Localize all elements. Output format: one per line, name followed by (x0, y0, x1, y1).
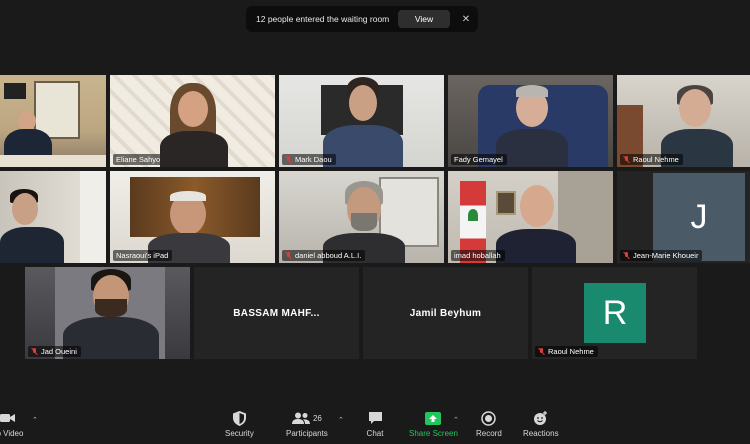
participant-name-placeholder: Jamil Beyhum (409, 307, 482, 319)
video-tile[interactable] (0, 75, 106, 167)
smiley-plus-icon (532, 410, 550, 426)
record-button[interactable]: Record (476, 410, 502, 438)
mic-muted-icon (623, 156, 630, 163)
reactions-button[interactable]: Reactions (523, 410, 559, 438)
video-tile[interactable]: Mark Daou (279, 75, 444, 167)
participant-nameplate: Jad Oueini (28, 346, 81, 357)
participant-nameplate: Jean-Marie Khoueir (620, 250, 703, 261)
chat-bubble-icon (366, 410, 384, 426)
avatar: R (584, 283, 646, 343)
view-waiting-room-button[interactable]: View (398, 10, 450, 28)
video-tile[interactable]: imad hoballah (448, 171, 613, 263)
stop-video-button[interactable]: op Video (0, 410, 23, 438)
video-tile[interactable]: daniel abboud A.L.I. (279, 171, 444, 263)
video-tile-active-speaker[interactable]: Nasraoui's iPad (110, 171, 275, 263)
participant-nameplate: Fady Gemayel (451, 154, 507, 165)
participants-button[interactable]: 26 Participants (286, 410, 328, 438)
participant-nameplate: imad hoballah (451, 250, 505, 261)
video-camera-icon (0, 410, 17, 426)
mic-muted-icon (285, 252, 292, 259)
video-tile[interactable]: Fady Gemayel (448, 75, 613, 167)
security-button[interactable]: Security (225, 410, 254, 438)
chat-button[interactable]: Chat (366, 410, 384, 438)
waiting-room-message: 12 people entered the waiting room (256, 14, 390, 24)
participants-icon: 26 (290, 410, 324, 426)
close-icon[interactable]: ✕ (460, 14, 472, 25)
participant-nameplate: Mark Daou (282, 154, 336, 165)
mic-muted-icon (623, 252, 630, 259)
video-tile[interactable]: BASSAM MAHF... (194, 267, 359, 359)
share-screen-button[interactable]: Share Screen (409, 410, 458, 438)
meeting-toolbar: op Video ⌃ Security 26 Participants ⌃ Ch… (0, 404, 750, 444)
participant-name-placeholder: BASSAM MAHF... (233, 307, 320, 319)
participant-nameplate: Nasraoui's iPad (113, 250, 173, 261)
participant-nameplate: daniel abboud A.L.I. (282, 250, 366, 261)
video-tile[interactable]: Raoul Nehme (617, 75, 750, 167)
video-tile[interactable]: Eliane Sahyoun (110, 75, 275, 167)
video-options-caret[interactable]: ⌃ (32, 416, 38, 424)
mic-muted-icon (285, 156, 292, 163)
participant-nameplate: Raoul Nehme (535, 346, 598, 357)
video-tile[interactable]: Jamil Beyhum (363, 267, 528, 359)
video-tile[interactable] (0, 171, 106, 263)
video-tile[interactable]: Jad Oueini (25, 267, 190, 359)
waiting-room-notification: 12 people entered the waiting room View … (246, 6, 478, 32)
mic-muted-icon (31, 348, 38, 355)
share-options-caret[interactable]: ⌃ (453, 416, 459, 424)
participants-count: 26 (312, 413, 322, 423)
share-screen-icon (424, 410, 442, 426)
participants-options-caret[interactable]: ⌃ (338, 416, 344, 424)
shield-icon (230, 410, 248, 426)
participant-nameplate: Raoul Nehme (620, 154, 683, 165)
avatar: J (653, 173, 745, 261)
record-icon (480, 410, 498, 426)
mic-muted-icon (538, 348, 545, 355)
video-tile[interactable]: R Raoul Nehme (532, 267, 697, 359)
video-tile[interactable]: J Jean-Marie Khoueir (617, 171, 750, 263)
